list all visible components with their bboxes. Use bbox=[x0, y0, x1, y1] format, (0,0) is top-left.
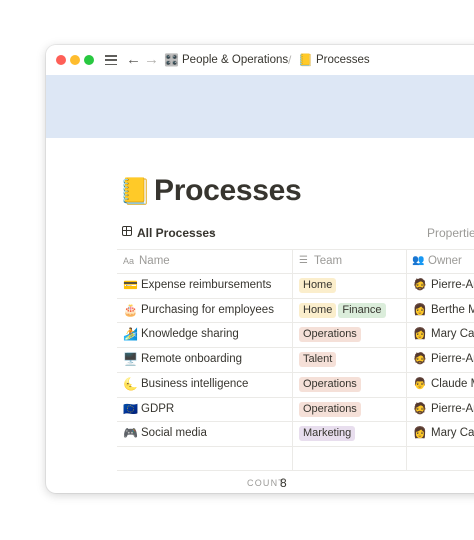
owner-name[interactable]: Pierre-Ar bbox=[431, 401, 474, 417]
multi-select-property-icon: ☰ bbox=[299, 255, 308, 266]
column-header-name[interactable]: Name bbox=[139, 253, 170, 269]
notebook-icon: 📒 bbox=[298, 53, 313, 67]
column-header-team[interactable]: Team bbox=[314, 253, 342, 269]
owner-name[interactable]: Berthe M bbox=[431, 302, 474, 318]
close-window-button[interactable] bbox=[56, 55, 66, 65]
column-header-owner[interactable]: Owner bbox=[428, 253, 462, 269]
page-title[interactable]: Processes bbox=[154, 173, 302, 209]
avatar: 🧔 bbox=[413, 279, 427, 291]
count-value: 8 bbox=[280, 476, 287, 490]
owner-name[interactable]: Mary Cas bbox=[431, 326, 474, 342]
row-name[interactable]: Business intelligence bbox=[141, 376, 248, 392]
app-window: ← → 🎛️ People & Operations / 📒 Processes… bbox=[46, 45, 474, 493]
avatar: 👩 bbox=[413, 328, 427, 341]
menu-icon[interactable] bbox=[105, 54, 117, 66]
view-selector[interactable]: All Processes bbox=[137, 225, 216, 241]
owner-name[interactable]: Mary Cas bbox=[431, 425, 474, 441]
team-tag[interactable]: Home bbox=[299, 278, 337, 293]
team-tag[interactable]: Home bbox=[299, 302, 337, 318]
page-notebook-icon[interactable]: 📒 bbox=[119, 174, 151, 208]
forward-arrow-icon[interactable]: → bbox=[144, 51, 159, 69]
row-name[interactable]: Remote onboarding bbox=[141, 351, 242, 367]
back-arrow-icon[interactable]: ← bbox=[126, 51, 141, 69]
table-view-icon bbox=[122, 226, 132, 236]
team-tag[interactable]: Marketing bbox=[299, 426, 356, 442]
team-tag[interactable]: Finance bbox=[338, 302, 386, 318]
zoom-window-button[interactable] bbox=[84, 55, 94, 65]
row-icon: 💳 bbox=[123, 278, 138, 292]
row-icon: 🖥️ bbox=[123, 352, 138, 367]
avatar: 👩 bbox=[413, 303, 427, 316]
owner-name[interactable]: Pierre-Ar bbox=[431, 277, 474, 293]
row-icon: 🎂 bbox=[123, 302, 138, 317]
page-cover[interactable] bbox=[46, 75, 474, 138]
row-name[interactable]: Social media bbox=[141, 425, 207, 441]
team-tag[interactable]: Talent bbox=[299, 352, 337, 368]
row-name[interactable]: Expense reimbursements bbox=[141, 277, 271, 293]
row-icon: 🏄 bbox=[123, 327, 138, 342]
chevron-down-icon[interactable]: ⌄ bbox=[208, 224, 216, 240]
team-tag[interactable]: Operations bbox=[299, 401, 361, 417]
properties-button[interactable]: Properties bbox=[427, 225, 474, 241]
workspace-icon: 🎛️ bbox=[164, 53, 179, 67]
owner-name[interactable]: Pierre-Ar bbox=[431, 351, 474, 367]
minimize-window-button[interactable] bbox=[70, 55, 80, 65]
text-property-icon: Aa bbox=[123, 256, 135, 266]
row-name[interactable]: Knowledge sharing bbox=[141, 326, 239, 342]
owner-name[interactable]: Claude M bbox=[431, 376, 474, 392]
avatar: 👩 bbox=[413, 427, 427, 440]
breadcrumb-workspace[interactable]: People & Operations bbox=[182, 52, 288, 68]
breadcrumb-page[interactable]: Processes bbox=[316, 52, 370, 68]
row-name[interactable]: Purchasing for employees bbox=[141, 302, 274, 318]
team-tag[interactable]: Operations bbox=[299, 327, 361, 343]
row-name[interactable]: GDPR bbox=[141, 401, 174, 417]
team-tag[interactable]: Operations bbox=[299, 376, 361, 392]
breadcrumb-separator: / bbox=[288, 53, 292, 67]
avatar: 👨 bbox=[413, 377, 427, 390]
title-bar: ← → 🎛️ People & Operations / 📒 Processes bbox=[46, 45, 474, 75]
row-icon: 🎮 bbox=[123, 426, 138, 441]
row-icon: 🌜 bbox=[123, 376, 138, 391]
person-property-icon: 👥 bbox=[412, 255, 425, 266]
avatar: 🧔 bbox=[413, 353, 427, 366]
row-icon: 🇪🇺 bbox=[123, 401, 138, 416]
avatar: 🧔 bbox=[413, 402, 427, 415]
